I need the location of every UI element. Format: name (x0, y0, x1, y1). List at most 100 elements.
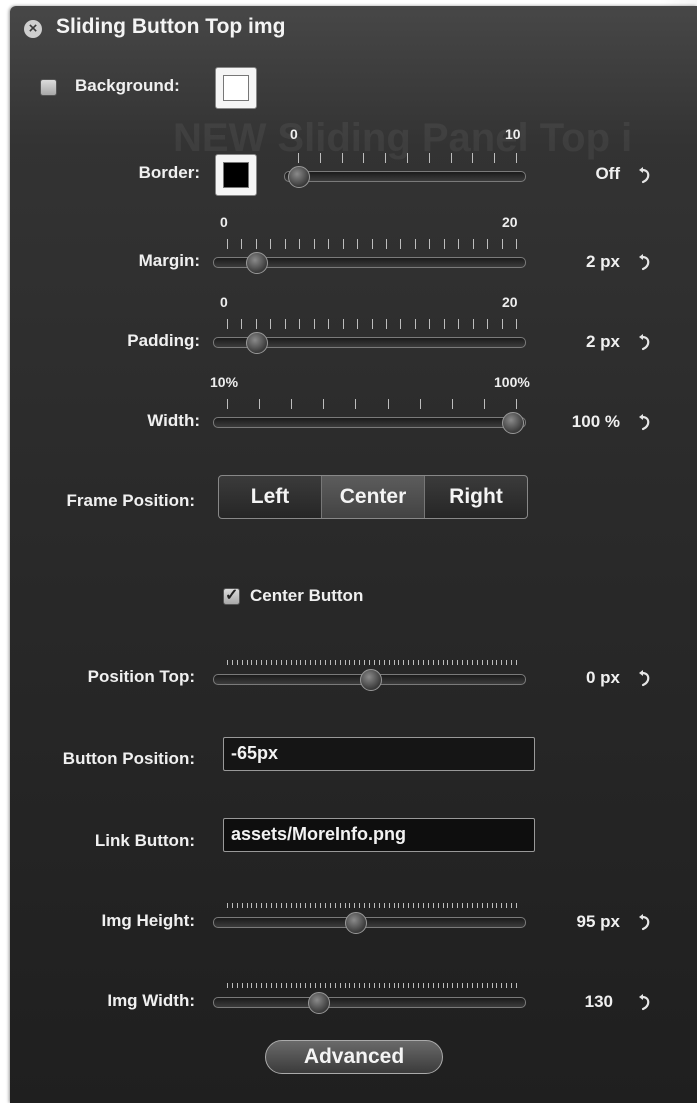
background-checkbox[interactable] (40, 79, 57, 96)
slider-tick (364, 903, 366, 908)
border-min-label: 0 (290, 126, 298, 142)
slider-tick (486, 903, 488, 908)
slider-track[interactable] (213, 917, 526, 928)
width-reset-icon[interactable] (634, 413, 652, 431)
slider-tick (300, 903, 302, 908)
frame-position-right[interactable]: Right (425, 476, 527, 518)
background-color-swatch[interactable] (215, 67, 257, 109)
img-height-slider[interactable] (213, 899, 526, 939)
slider-tick (284, 319, 286, 329)
slider-thumb[interactable] (245, 332, 268, 354)
slider-tick (429, 319, 431, 329)
slider-tick (400, 239, 402, 249)
slider-tick (516, 239, 517, 249)
border-color-fill (223, 162, 249, 188)
frame-position-segmented-control: Left Center Right (218, 475, 528, 519)
slider-tick (378, 660, 380, 665)
slider-tick (261, 983, 263, 988)
slider-tick (400, 319, 402, 329)
border-slider[interactable] (284, 153, 526, 193)
margin-slider[interactable] (213, 239, 526, 279)
slider-tick (339, 903, 341, 908)
slider-tick (315, 903, 317, 908)
slider-thumb[interactable] (359, 669, 382, 691)
img-width-reset-icon[interactable] (634, 993, 652, 1011)
inspector-panel: NEW Sliding Panel Top i × Sliding Button… (10, 6, 697, 1103)
width-slider[interactable] (213, 399, 526, 439)
slider-tick (511, 983, 513, 988)
frame-position-center[interactable]: Center (322, 476, 425, 518)
slider-tick (471, 660, 473, 665)
slider-tick (511, 660, 513, 665)
position-top-reset-icon[interactable] (634, 669, 652, 687)
margin-reset-icon[interactable] (634, 253, 652, 271)
slider-tick (452, 660, 454, 665)
slider-ticks (227, 979, 517, 991)
advanced-button[interactable]: Advanced (265, 1040, 443, 1074)
slider-thumb[interactable] (345, 912, 368, 934)
border-color-swatch[interactable] (215, 154, 257, 196)
slider-ticks (227, 656, 517, 668)
slider-tick (328, 319, 330, 329)
slider-tick (462, 903, 464, 908)
slider-track[interactable] (284, 171, 526, 182)
slider-tick (363, 153, 365, 163)
padding-slider[interactable] (213, 319, 526, 359)
frame-position-label: Frame Position: (66, 491, 195, 510)
slider-tick (467, 660, 469, 665)
slider-tick (280, 660, 282, 665)
slider-tick (427, 983, 429, 988)
slider-tick (285, 903, 287, 908)
slider-tick (418, 660, 420, 665)
slider-tick (494, 153, 496, 163)
background-label: Background: (75, 76, 180, 95)
slider-tick (300, 660, 302, 665)
slider-tick (447, 660, 449, 665)
link-button-input[interactable]: assets/MoreInfo.png (223, 818, 535, 852)
slider-ticks (227, 399, 517, 411)
slider-track[interactable] (213, 417, 526, 428)
center-button-checkbox[interactable] (223, 585, 240, 605)
slider-tick (458, 239, 460, 249)
close-icon[interactable]: × (24, 20, 42, 38)
slider-tick (371, 239, 373, 249)
slider-thumb[interactable] (308, 992, 331, 1014)
window-title: Sliding Button Top img (56, 15, 286, 38)
slider-tick (266, 983, 268, 988)
slider-tick (231, 660, 233, 665)
slider-track[interactable] (213, 997, 526, 1008)
slider-tick (271, 660, 273, 665)
slider-tick (315, 660, 317, 665)
slider-thumb[interactable] (288, 166, 310, 188)
slider-tick (373, 983, 375, 988)
frame-position-left[interactable]: Left (219, 476, 322, 518)
slider-tick (378, 983, 380, 988)
border-reset-icon[interactable] (634, 166, 652, 184)
slider-tick (266, 660, 268, 665)
slider-tick (310, 983, 312, 988)
slider-tick (501, 903, 503, 908)
position-top-slider[interactable] (213, 656, 526, 696)
img-width-slider[interactable] (213, 979, 526, 1019)
slider-tick (481, 983, 483, 988)
slider-tick (496, 983, 498, 988)
slider-tick (414, 239, 416, 249)
slider-thumb[interactable] (245, 252, 268, 274)
slider-tick (334, 660, 336, 665)
img-height-reset-icon[interactable] (634, 913, 652, 931)
slider-tick (342, 319, 344, 329)
slider-tick (275, 983, 277, 988)
slider-tick (378, 903, 380, 908)
slider-tick (413, 660, 415, 665)
slider-tick (432, 983, 434, 988)
button-position-input[interactable]: -65px (223, 737, 535, 771)
slider-tick (427, 660, 429, 665)
slider-tick (414, 319, 416, 329)
border-value: Off (595, 164, 620, 183)
slider-tick (408, 660, 410, 665)
padding-reset-icon[interactable] (634, 333, 652, 351)
slider-tick (447, 983, 449, 988)
slider-tick (413, 983, 415, 988)
slider-thumb[interactable] (502, 412, 524, 434)
slider-tick (256, 983, 258, 988)
